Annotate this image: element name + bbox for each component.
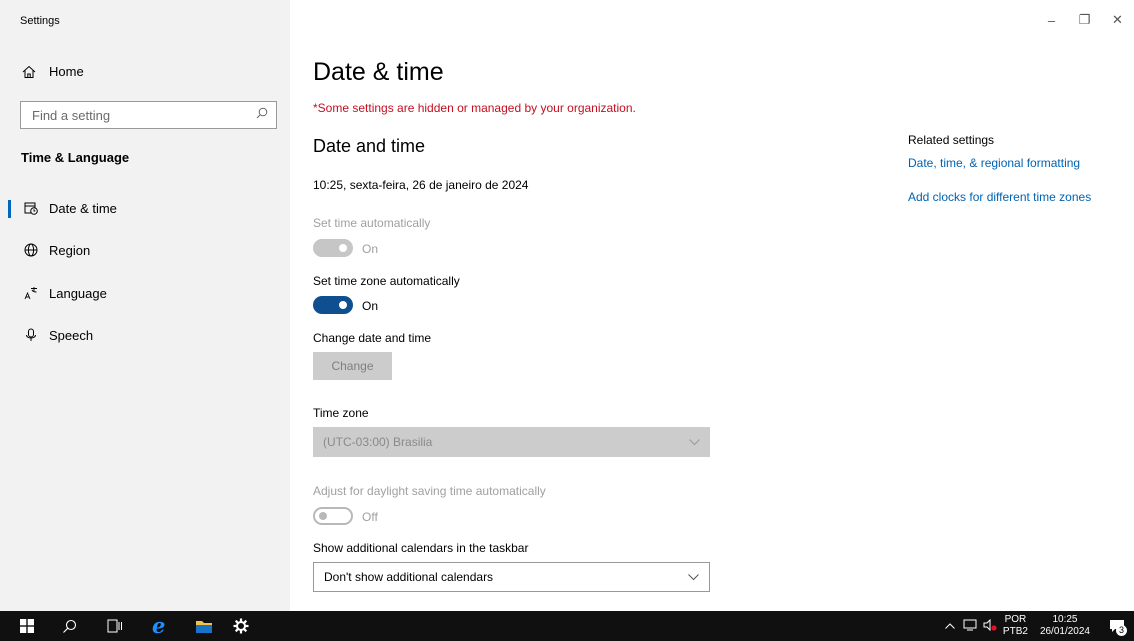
time-zone-dropdown: (UTC-03:00) Brasilia (313, 427, 710, 457)
set-time-auto-toggle (313, 239, 353, 257)
svg-text:e: e (152, 616, 165, 636)
search-box[interactable] (20, 101, 277, 129)
restore-button[interactable]: ❐ (1068, 8, 1101, 32)
keyboard-layout: PTB2 (1002, 626, 1028, 637)
sidebar-item-label: Speech (49, 327, 94, 343)
chevron-up-icon[interactable] (945, 621, 955, 632)
search-icon[interactable] (256, 106, 268, 124)
regional-formatting-link[interactable]: Date, time, & regional formatting (908, 156, 1080, 170)
page-title: Date & time (313, 58, 444, 86)
sidebar-item-label: Language (49, 285, 107, 301)
chevron-down-icon (688, 570, 699, 584)
taskbar-clock[interactable]: 10:25 26/01/2024 (1040, 614, 1090, 638)
clock-time: 10:25 (1052, 614, 1078, 625)
task-view-icon (107, 619, 122, 633)
toggle-knob (319, 512, 327, 520)
globe-icon (23, 242, 39, 258)
action-center-button[interactable]: 3 (1104, 619, 1130, 636)
set-timezone-auto-label: Set time zone automatically (313, 274, 460, 288)
volume-muted-icon[interactable] (983, 618, 997, 634)
notification-count: 3 (1116, 624, 1127, 636)
home-link[interactable]: Home (22, 64, 84, 79)
set-timezone-auto-state: On (362, 299, 379, 313)
search-taskbar-button[interactable] (52, 611, 86, 641)
sidebar: Settings Home Time & Language Date & tim… (0, 0, 290, 611)
additional-calendars-dropdown[interactable]: Don't show additional calendars (313, 562, 710, 592)
toggle-knob (339, 244, 347, 252)
additional-calendars-value: Don't show additional calendars (324, 570, 494, 584)
sidebar-item-date-time[interactable]: Date & time (0, 190, 290, 226)
time-zone-label: Time zone (313, 406, 369, 420)
time-zone-value: (UTC-03:00) Brasilia (323, 435, 433, 449)
clock-date: 26/01/2024 (1039, 626, 1090, 637)
start-button[interactable] (10, 611, 44, 641)
close-button[interactable]: ✕ (1101, 8, 1134, 32)
chevron-down-icon (689, 435, 700, 449)
folder-icon (196, 620, 212, 633)
settings-taskbar-button[interactable] (224, 611, 258, 641)
window-controls: – ❐ ✕ (1035, 8, 1134, 32)
additional-calendars-label: Show additional calendars in the taskbar (313, 541, 529, 555)
toggle-knob (339, 301, 347, 309)
taskbar: e POR PTB2 10:25 26/01/2024 3 (0, 611, 1134, 641)
home-label: Home (49, 64, 84, 79)
set-time-auto-label: Set time automatically (313, 216, 431, 230)
network-icon[interactable] (963, 619, 977, 634)
change-date-time-label: Change date and time (313, 331, 432, 345)
sidebar-item-speech[interactable]: Speech (0, 317, 290, 353)
search-icon (62, 619, 76, 633)
file-explorer-button[interactable] (187, 611, 221, 641)
section-label: Time & Language (21, 150, 130, 165)
home-icon (22, 65, 36, 79)
daylight-saving-state: Off (362, 510, 378, 524)
set-timezone-auto-toggle[interactable] (313, 296, 353, 314)
set-time-auto-state: On (362, 242, 379, 256)
gear-icon (233, 618, 249, 634)
task-view-button[interactable] (98, 611, 132, 641)
search-input[interactable] (32, 107, 232, 123)
daylight-saving-label: Adjust for daylight saving time automati… (313, 484, 546, 498)
add-clocks-link[interactable]: Add clocks for different time zones (908, 190, 1091, 204)
internet-explorer-icon: e (152, 616, 165, 636)
sidebar-item-region[interactable]: Region (0, 232, 290, 268)
language-code: POR (1004, 614, 1027, 625)
minimize-button[interactable]: – (1035, 8, 1068, 32)
selection-indicator (8, 200, 11, 218)
related-settings-heading: Related settings (908, 133, 995, 147)
language-icon (23, 285, 39, 301)
sidebar-item-label: Date & time (49, 200, 117, 216)
microphone-icon (23, 327, 39, 343)
daylight-saving-toggle (313, 507, 353, 525)
app-title: Settings (20, 15, 60, 27)
section-title: Date and time (313, 136, 426, 156)
calendar-clock-icon (23, 200, 39, 216)
sidebar-item-label: Region (49, 242, 91, 258)
windows-icon (20, 619, 34, 633)
internet-explorer-button[interactable]: e (143, 611, 177, 641)
system-tray: POR PTB2 10:25 26/01/2024 3 (945, 611, 1134, 641)
input-language[interactable]: POR PTB2 (1003, 614, 1028, 638)
sidebar-item-language[interactable]: Language (0, 275, 290, 311)
current-datetime: 10:25, sexta-feira, 26 de janeiro de 202… (313, 178, 529, 192)
change-button: Change (313, 352, 392, 380)
managed-warning: *Some settings are hidden or managed by … (313, 101, 636, 115)
